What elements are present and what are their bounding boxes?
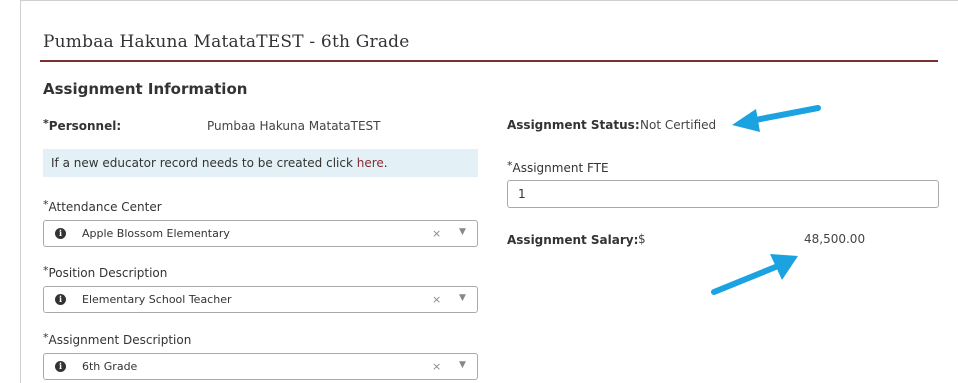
- required-marker: *: [43, 117, 49, 130]
- chevron-down-icon[interactable]: ▼: [459, 293, 466, 303]
- clear-icon[interactable]: ×: [432, 360, 441, 373]
- page-title: Pumbaa Hakuna MatataTEST - 6th Grade: [43, 32, 410, 52]
- section-title: Assignment Information: [43, 80, 248, 98]
- info-icon: i: [55, 361, 66, 372]
- title-divider: [40, 60, 938, 62]
- attendance-center-value: Apple Blossom Elementary: [82, 227, 230, 240]
- create-educator-link[interactable]: here: [357, 156, 384, 170]
- clear-icon[interactable]: ×: [432, 227, 441, 240]
- assignment-status-value: Not Certified: [640, 118, 717, 132]
- personnel-label: *Personnel:: [43, 117, 122, 133]
- assignment-status-label: Assignment Status:: [507, 118, 640, 132]
- position-description-select[interactable]: i Elementary School Teacher × ▼: [43, 286, 478, 313]
- info-icon: i: [55, 294, 66, 305]
- assignment-description-select[interactable]: i 6th Grade × ▼: [43, 353, 478, 380]
- assignment-fte-input[interactable]: 1: [507, 180, 939, 208]
- attendance-center-select[interactable]: i Apple Blossom Elementary × ▼: [43, 220, 478, 247]
- info-icon: i: [55, 228, 66, 239]
- assignment-fte-label: *Assignment FTE: [507, 159, 609, 175]
- chevron-down-icon[interactable]: ▼: [459, 360, 466, 370]
- salary-currency: $: [638, 232, 646, 246]
- position-description-label: *Position Description: [43, 264, 168, 280]
- chevron-down-icon[interactable]: ▼: [459, 227, 466, 237]
- assignment-salary-value: 48,500.00: [804, 232, 866, 246]
- assignment-description-label: *Assignment Description: [43, 331, 192, 347]
- arrow-icon: [732, 105, 821, 132]
- assignment-description-value: 6th Grade: [82, 360, 138, 373]
- clear-icon[interactable]: ×: [432, 293, 441, 306]
- personnel-value: Pumbaa Hakuna MatataTEST: [207, 119, 381, 133]
- new-educator-info-box: If a new educator record needs to be cre…: [43, 149, 478, 177]
- position-description-value: Elementary School Teacher: [82, 293, 232, 306]
- assignment-salary-label: Assignment Salary:: [507, 233, 639, 247]
- arrow-icon: [711, 254, 798, 295]
- attendance-center-label: *Attendance Center: [43, 198, 162, 214]
